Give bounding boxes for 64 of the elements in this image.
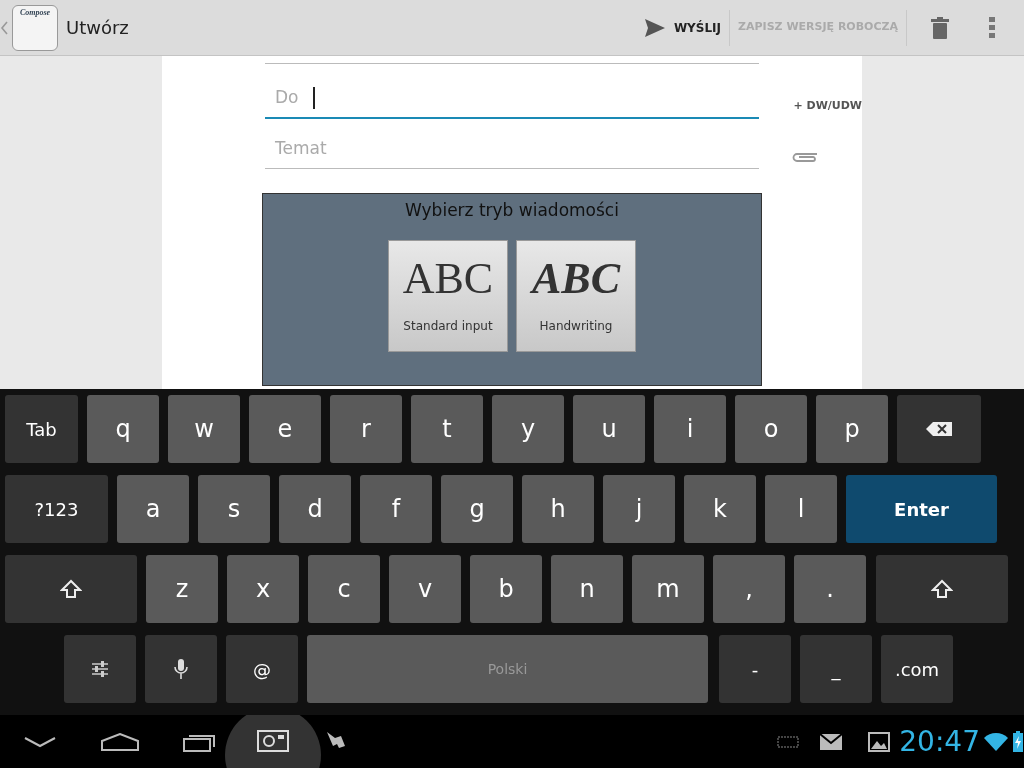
key[interactable]: y — [492, 395, 564, 463]
key[interactable]: s — [198, 475, 270, 543]
key[interactable]: p — [816, 395, 888, 463]
key[interactable]: g — [441, 475, 513, 543]
enter-key[interactable]: Enter — [846, 475, 997, 543]
key[interactable]: n — [551, 555, 623, 623]
key[interactable]: v — [389, 555, 461, 623]
cc-bcc-link[interactable]: + DW/UDW — [793, 97, 862, 115]
standard-input-option[interactable]: ABC Standard input — [388, 239, 508, 352]
battery-charging-icon — [1012, 730, 1024, 753]
key[interactable]: - — [719, 635, 791, 703]
key[interactable]: d — [279, 475, 351, 543]
key[interactable]: b — [470, 555, 542, 623]
panel-title: Wybierz tryb wiadomości — [405, 199, 619, 222]
key[interactable]: i — [654, 395, 726, 463]
send-icon[interactable] — [643, 17, 666, 38]
key[interactable]: .com — [881, 635, 953, 703]
key[interactable]: l — [765, 475, 837, 543]
key[interactable]: r — [330, 395, 402, 463]
tab-key[interactable]: Tab — [5, 395, 78, 463]
key[interactable]: h — [522, 475, 594, 543]
key[interactable]: q — [87, 395, 159, 463]
key[interactable]: m — [632, 555, 704, 623]
trash-icon[interactable] — [931, 16, 949, 39]
key[interactable]: j — [603, 475, 675, 543]
back-icon[interactable] — [24, 735, 56, 748]
camera-icon[interactable] — [223, 715, 323, 768]
key[interactable]: e — [249, 395, 321, 463]
key[interactable]: f — [360, 475, 432, 543]
key[interactable]: a — [117, 475, 189, 543]
key[interactable]: _ — [800, 635, 872, 703]
sliders-icon — [91, 661, 109, 677]
voice-input-key[interactable] — [145, 635, 217, 703]
symbols-key[interactable]: ?123 — [5, 475, 108, 543]
clock: 20:47 — [899, 723, 980, 760]
key[interactable]: u — [573, 395, 645, 463]
key[interactable]: @ — [226, 635, 298, 703]
mail-icon — [820, 733, 843, 750]
shift-icon — [931, 579, 953, 599]
key[interactable]: , — [713, 555, 785, 623]
key[interactable]: o — [735, 395, 807, 463]
app-icon[interactable]: Compose — [12, 4, 58, 51]
microphone-icon — [174, 658, 188, 680]
image-icon — [868, 731, 891, 752]
text-cursor — [312, 87, 315, 109]
handwriting-option[interactable]: ABC Handwriting — [516, 239, 636, 352]
paperclip-icon[interactable] — [791, 150, 819, 162]
send-button[interactable]: WYŚLIJ — [665, 9, 730, 46]
key[interactable]: . — [794, 555, 866, 623]
screen-title: Utwórz — [66, 16, 129, 40]
home-icon[interactable] — [101, 732, 139, 751]
key[interactable]: x — [227, 555, 299, 623]
overflow-menu-icon[interactable] — [989, 16, 995, 39]
keyboard-icon — [777, 734, 800, 749]
wifi-signal-icon — [984, 731, 1008, 752]
key[interactable]: w — [168, 395, 240, 463]
key[interactable]: t — [411, 395, 483, 463]
backspace-icon — [925, 421, 953, 437]
key[interactable]: k — [684, 475, 756, 543]
settings-key[interactable] — [64, 635, 136, 703]
key[interactable]: z — [146, 555, 218, 623]
key[interactable]: c — [308, 555, 380, 623]
shift-icon — [60, 579, 82, 599]
backspace-key[interactable] — [897, 395, 981, 463]
